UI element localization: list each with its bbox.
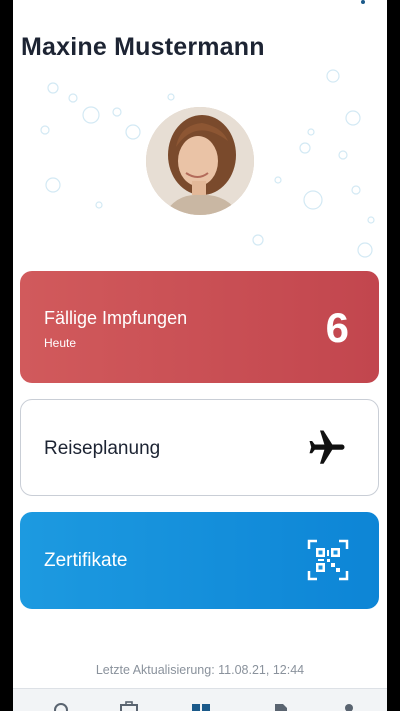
bottom-tab-bar bbox=[13, 688, 387, 711]
last-update-text: Letzte Aktualisierung: 11.08.21, 12:44 bbox=[95, 663, 305, 677]
certificates-label: Zertifikate bbox=[44, 550, 128, 571]
briefcase-icon[interactable] bbox=[118, 699, 140, 711]
virus-icon[interactable] bbox=[50, 699, 72, 711]
due-vaccinations-label: Fällige Impfungen bbox=[44, 308, 188, 328]
person-icon[interactable] bbox=[338, 699, 360, 711]
certificates-card[interactable]: Zertifikate bbox=[20, 512, 379, 609]
airplane-icon bbox=[309, 430, 345, 464]
page-title: Maxine Mustermann bbox=[21, 33, 265, 61]
more-options-icon[interactable] bbox=[361, 0, 365, 8]
due-vaccinations-date: Heute bbox=[44, 336, 77, 350]
app-screen: Maxine Mustermann Fällige Impfungen Heut… bbox=[13, 0, 387, 711]
travel-planning-label: Reiseplanung bbox=[44, 438, 161, 459]
travel-planning-card[interactable]: Reiseplanung bbox=[20, 399, 379, 496]
document-icon[interactable] bbox=[270, 699, 292, 711]
qr-code-icon bbox=[307, 539, 349, 581]
due-vaccinations-count: 6 bbox=[325, 304, 349, 351]
dashboard-icon[interactable] bbox=[190, 699, 212, 711]
profile-avatar[interactable] bbox=[146, 107, 254, 215]
due-vaccinations-card[interactable]: Fällige Impfungen Heute 6 bbox=[20, 271, 379, 383]
